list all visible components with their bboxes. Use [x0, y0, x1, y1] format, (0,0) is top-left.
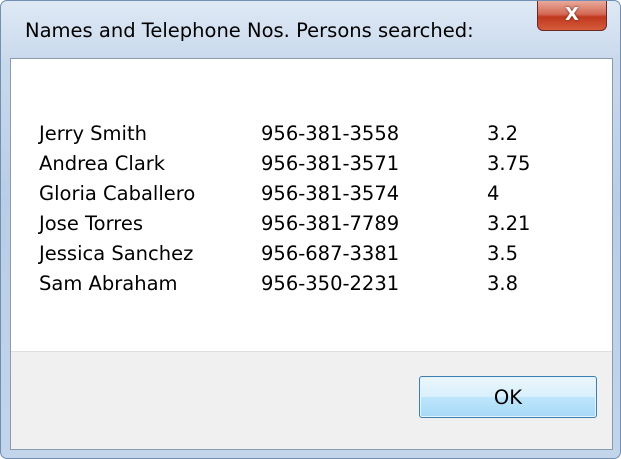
dialog-client-area: Jerry Smith 956-381-3558 3.2 Andrea Clar… [10, 58, 613, 450]
person-name: Jerry Smith [39, 122, 147, 145]
list-item: Sam Abraham 956-350-2231 3.8 [11, 272, 612, 302]
list-item: Gloria Caballero 956-381-3574 4 [11, 182, 612, 212]
close-button[interactable]: X [537, 1, 607, 31]
person-score: 3.5 [487, 242, 519, 265]
person-name: Jose Torres [39, 212, 143, 235]
person-name: Gloria Caballero [39, 182, 196, 205]
person-score: 3.8 [487, 272, 519, 295]
message-box-window: Names and Telephone Nos. Persons searche… [0, 0, 621, 459]
list-item: Jerry Smith 956-381-3558 3.2 [11, 122, 612, 152]
person-phone: 956-687-3381 [261, 242, 400, 265]
message-area: Jerry Smith 956-381-3558 3.2 Andrea Clar… [11, 59, 612, 351]
person-phone: 956-381-3574 [261, 182, 400, 205]
person-phone: 956-381-3571 [261, 152, 400, 175]
person-score: 3.2 [487, 122, 519, 145]
person-score: 3.21 [487, 212, 531, 235]
close-icon: X [565, 4, 579, 25]
person-phone: 956-381-7789 [261, 212, 400, 235]
list-item: Jessica Sanchez 956-687-3381 3.5 [11, 242, 612, 272]
person-score: 3.75 [487, 152, 531, 175]
list-item: Jose Torres 956-381-7789 3.21 [11, 212, 612, 242]
person-phone: 956-350-2231 [261, 272, 400, 295]
title-bar[interactable]: Names and Telephone Nos. Persons searche… [1, 1, 620, 57]
person-name: Andrea Clark [39, 152, 166, 175]
button-area: OK [11, 351, 612, 449]
window-title: Names and Telephone Nos. Persons searche… [25, 19, 474, 42]
person-score: 4 [487, 182, 500, 205]
person-phone: 956-381-3558 [261, 122, 400, 145]
person-name: Sam Abraham [39, 272, 178, 295]
list-item: Andrea Clark 956-381-3571 3.75 [11, 152, 612, 182]
person-name: Jessica Sanchez [39, 242, 194, 265]
ok-button[interactable]: OK [419, 376, 597, 418]
